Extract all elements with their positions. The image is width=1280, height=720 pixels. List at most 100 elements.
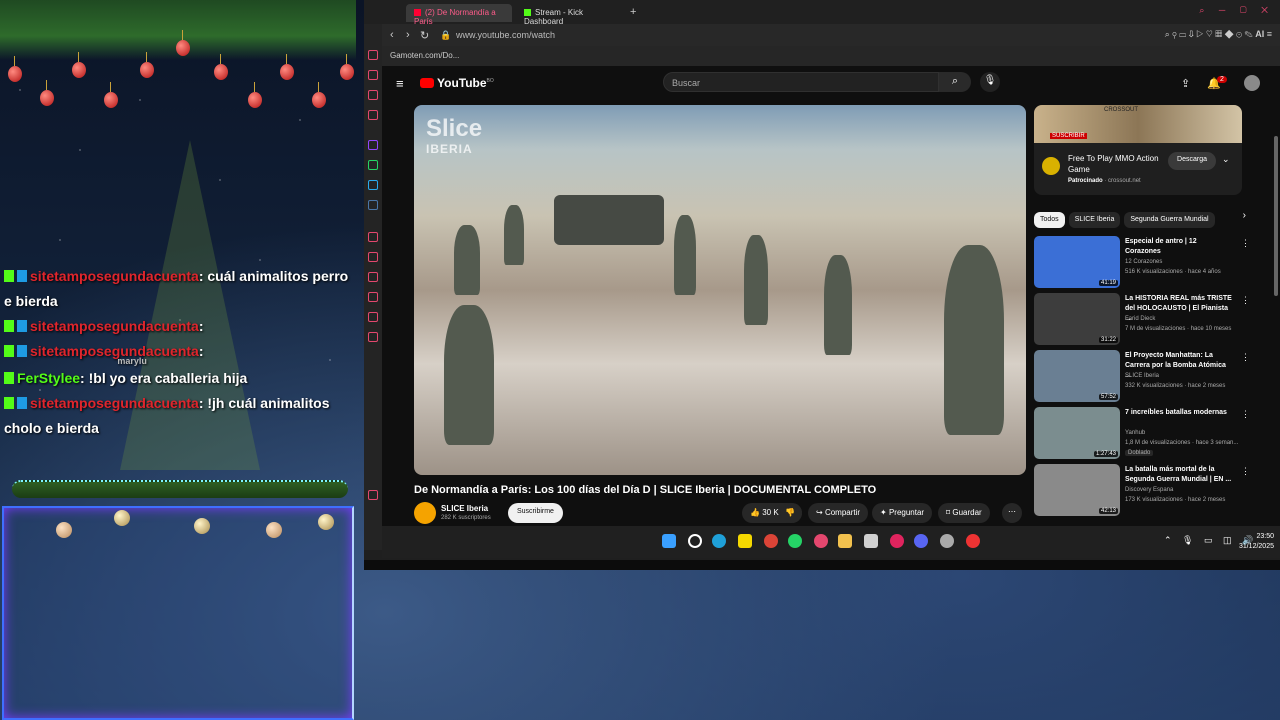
ad-download-button[interactable]: Descarga — [1168, 152, 1216, 170]
url-field[interactable]: www.youtube.com/watch — [456, 30, 555, 40]
thumbnail[interactable]: 31:22 — [1034, 293, 1120, 345]
rec-title[interactable]: La batalla más mortal de la Segunda Guer… — [1125, 465, 1233, 485]
bookmark-item[interactable]: Gamoten.com/Do... — [390, 51, 459, 60]
sidebar-home-icon[interactable] — [368, 50, 378, 60]
chip-ww2[interactable]: Segunda Guerra Mundial — [1124, 212, 1215, 228]
chat-username[interactable]: sitetamposegundacuenta — [30, 318, 199, 334]
upload-icon[interactable]: ⇪ — [1181, 78, 1190, 90]
search-icon[interactable]: ⌕ — [939, 72, 971, 92]
sidebar-game-icon[interactable] — [368, 90, 378, 100]
reload-icon[interactable]: ↻ — [420, 29, 429, 42]
new-tab-button[interactable]: + — [630, 6, 636, 18]
list-item[interactable]: 41:19 Especial de antro | 12 Corazones 1… — [1034, 236, 1250, 293]
notes-icon[interactable] — [738, 534, 752, 548]
search-icon[interactable] — [688, 534, 702, 548]
chip-all[interactable]: Todos — [1034, 212, 1065, 228]
ad-card[interactable]: CROSSOUT SUSCRIBIR Free To Play MMO Acti… — [1034, 105, 1242, 195]
telegram-icon[interactable] — [368, 180, 378, 190]
sidebar-download-icon[interactable] — [368, 292, 378, 302]
subscribe-button[interactable]: Suscribirme — [508, 503, 563, 523]
share-button[interactable]: ↪ Compartir — [808, 503, 869, 523]
sidebar-history-icon[interactable] — [368, 272, 378, 282]
more-vert-icon[interactable]: ⋮ — [1241, 466, 1250, 477]
rec-title[interactable]: 7 increíbles batallas modernas — [1125, 408, 1233, 418]
more-vert-icon[interactable]: ⋮ — [1241, 409, 1250, 420]
back-icon[interactable]: ‹ — [390, 29, 394, 41]
search-input[interactable]: Buscar — [663, 72, 939, 92]
window-controls[interactable]: ⌕ ─ ▢ ✕ — [1199, 5, 1274, 16]
rec-channel[interactable]: Farid Dieck — [1125, 316, 1155, 322]
sidebar-chat-icon[interactable] — [368, 312, 378, 322]
list-item[interactable]: 42:13 La batalla más mortal de la Segund… — [1034, 464, 1250, 521]
more-vert-icon[interactable]: ⋮ — [1241, 352, 1250, 363]
ask-button[interactable]: ✦ Preguntar — [872, 503, 933, 523]
vk-icon[interactable] — [368, 200, 378, 210]
chat-username[interactable]: FerStylee — [17, 370, 80, 386]
sidebar-clock-icon[interactable] — [368, 232, 378, 242]
list-item[interactable]: 57:52 El Proyecto Manhattan: La Carrera … — [1034, 350, 1250, 407]
angel-icon — [266, 522, 282, 538]
sidebar-cube-icon[interactable] — [368, 252, 378, 262]
sidebar-tv-icon[interactable] — [368, 110, 378, 120]
list-item[interactable]: 1:27:43 7 increíbles batallas modernas Y… — [1034, 407, 1250, 464]
scrollbar[interactable] — [1274, 136, 1278, 296]
list-item[interactable]: 31:22 La HISTORIA REAL más TRISTE del HO… — [1034, 293, 1250, 350]
dislike-button[interactable]: 👎 — [780, 503, 802, 523]
tab-youtube[interactable]: (2) De Normandía a París — [406, 4, 512, 26]
extension-icons[interactable]: ⌕ ⚲ ▭ ⇩ ▷ ♡ ▦ ◆ ⊙ ✎ AI ≡ — [1165, 29, 1272, 40]
steam-icon[interactable] — [940, 534, 954, 548]
ad-banner-cta[interactable]: SUSCRIBIR — [1050, 133, 1087, 139]
mic-icon[interactable]: 🎙 — [980, 72, 1000, 92]
chevron-right-icon[interactable]: › — [1243, 210, 1246, 221]
channel-name[interactable]: SLICE Iberia — [441, 504, 488, 513]
forward-icon[interactable]: › — [406, 29, 410, 41]
browser-sidebar — [364, 24, 382, 550]
menu-icon[interactable]: ≡ — [396, 76, 404, 91]
discord-icon[interactable] — [914, 534, 928, 548]
save-button[interactable]: ⌑ Guardar — [938, 503, 990, 523]
ai-button[interactable]: AI — [1255, 29, 1264, 39]
tab-kick-dashboard[interactable]: Stream - Kick Dashboard — [516, 4, 626, 26]
app-icon[interactable] — [890, 534, 904, 548]
chat-username[interactable]: sitetamposegundacuenta — [30, 343, 199, 359]
chevron-down-icon[interactable]: ⌄ — [1222, 154, 1230, 165]
ad-banner[interactable]: CROSSOUT SUSCRIBIR — [1034, 105, 1242, 143]
logo-text: YouTube — [437, 76, 487, 90]
whatsapp-icon[interactable] — [368, 160, 378, 170]
video-frame-soldier — [824, 255, 852, 355]
chat-username[interactable]: sitetamposegundacuenta — [30, 395, 199, 411]
windows-start-icon[interactable] — [662, 534, 676, 548]
whatsapp-icon[interactable] — [788, 534, 802, 548]
obs-icon[interactable] — [966, 534, 980, 548]
more-actions-icon[interactable]: ⋯ — [1002, 503, 1022, 523]
youtube-logo[interactable]: YouTubeBO — [420, 76, 494, 90]
edge-icon[interactable] — [712, 534, 726, 548]
ad-icon — [1042, 157, 1060, 175]
rec-title[interactable]: Especial de antro | 12 Corazones — [1125, 237, 1233, 257]
clock[interactable]: 23:50 31/12/2025 — [1239, 532, 1274, 552]
opera-gx-icon[interactable] — [814, 534, 828, 548]
twitch-icon[interactable] — [368, 140, 378, 150]
store-icon[interactable] — [864, 534, 878, 548]
sidebar-gx-icon[interactable] — [368, 490, 378, 500]
channel-avatar[interactable] — [414, 502, 436, 524]
thumbnail[interactable]: 1:27:43 — [1034, 407, 1120, 459]
folder-icon[interactable] — [838, 534, 852, 548]
thumbnail[interactable]: 41:19 — [1034, 236, 1120, 288]
rec-channel[interactable]: Yanhub — [1125, 430, 1145, 436]
thumbnail[interactable]: 57:52 — [1034, 350, 1120, 402]
avatar[interactable] — [1244, 75, 1260, 91]
chrome-icon[interactable] — [764, 534, 778, 548]
rec-channel[interactable]: SLICE Iberia — [1125, 373, 1159, 379]
more-vert-icon[interactable]: ⋮ — [1241, 238, 1250, 249]
thumbnail[interactable]: 42:13 — [1034, 464, 1120, 516]
sidebar-settings-icon[interactable] — [368, 332, 378, 342]
rec-channel[interactable]: Discovery Espana — [1125, 487, 1173, 493]
video-player[interactable]: Slice IBERIA — [414, 105, 1026, 475]
rec-channel[interactable]: 12 Corazones — [1125, 259, 1162, 265]
chip-slice-iberia[interactable]: SLICE Iberia — [1068, 212, 1121, 228]
sidebar-bag-icon[interactable] — [368, 70, 378, 80]
more-vert-icon[interactable]: ⋮ — [1241, 295, 1250, 306]
chat-username[interactable]: sitetamposegundacuenta — [30, 268, 199, 284]
ad-title[interactable]: Free To Play MMO Action Game — [1068, 153, 1168, 175]
